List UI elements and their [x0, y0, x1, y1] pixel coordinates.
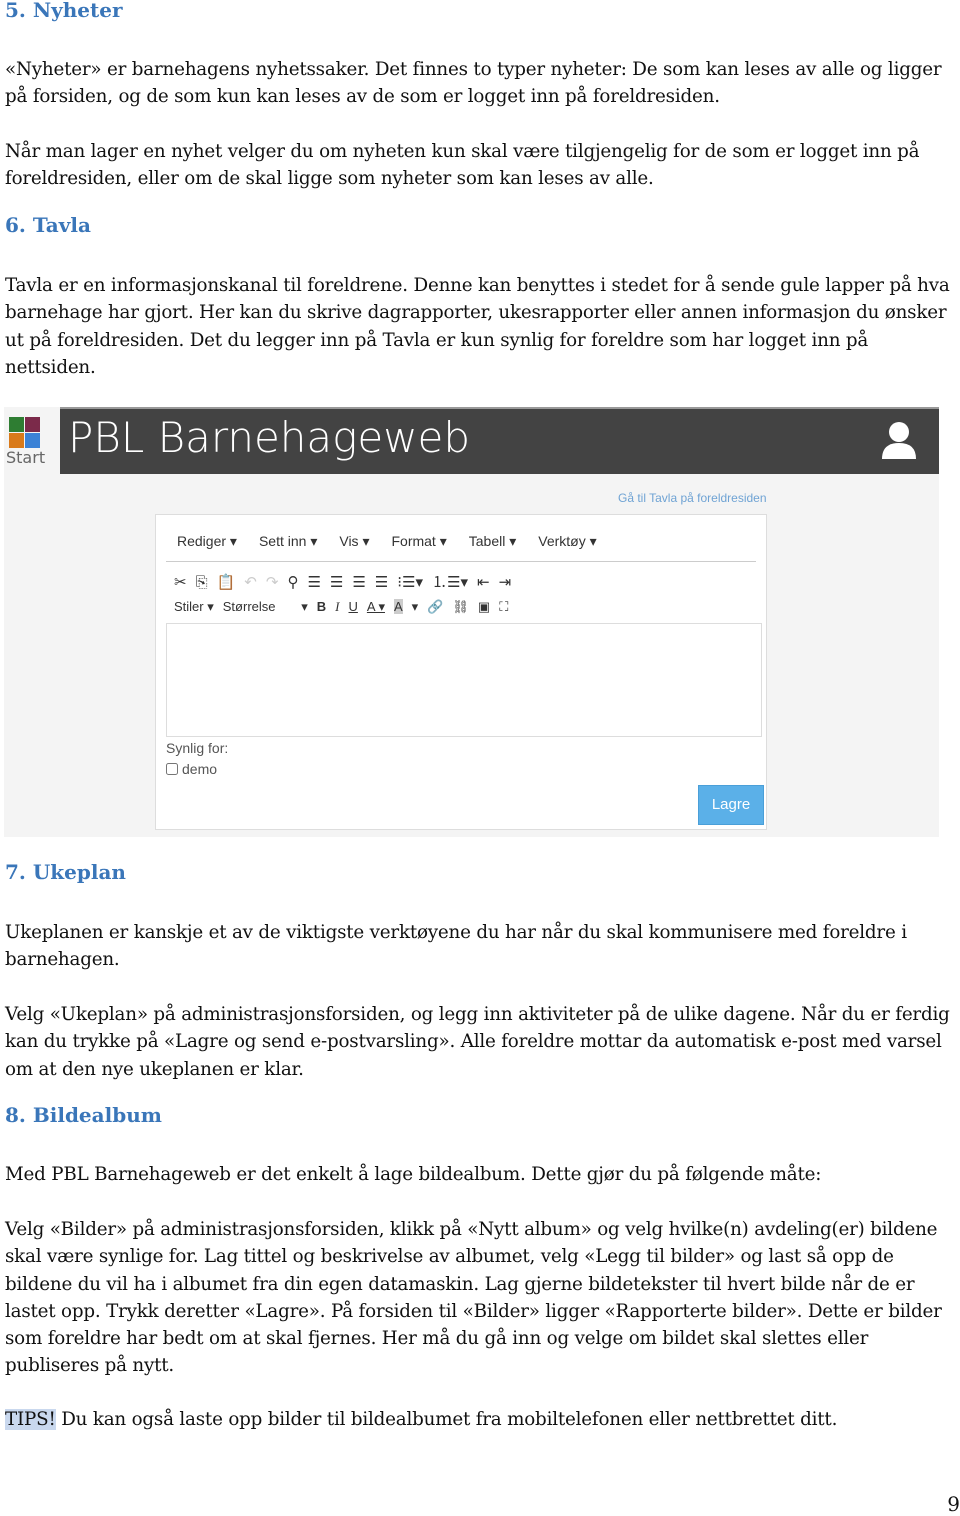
numbered-list-icon[interactable]: ⒈☰▾ — [432, 571, 468, 592]
size-dropdown[interactable]: Størrelse ▾ — [223, 599, 308, 615]
page-number: 9 — [947, 1492, 960, 1516]
heading-nyheter: 5. Nyheter — [5, 0, 123, 22]
tips-paragraph: TIPS! Du kan også laste opp bilder til b… — [5, 1406, 957, 1433]
align-left-icon[interactable]: ☰ — [307, 573, 320, 591]
bullet-list-icon[interactable]: ⁝☰▾ — [397, 573, 423, 591]
paragraph: Velg «Ukeplan» på administrasjonsforside… — [5, 1004, 950, 1080]
redo-icon[interactable]: ↷ — [266, 573, 279, 591]
logo-square — [9, 417, 24, 432]
align-right-icon[interactable]: ☰ — [352, 573, 365, 591]
text-color-icon[interactable]: A ▾ — [367, 599, 385, 615]
styles-dropdown[interactable]: Stiler ▾ — [174, 599, 214, 615]
editor-card: Rediger ▾ Sett inn ▾ Vis ▾ Format ▾ Tabell ▾… — [155, 514, 767, 830]
paragraph: Tavla er en informasjonskanal til foreld… — [5, 275, 950, 378]
menu-vis[interactable]: Vis ▾ — [339, 533, 369, 549]
outdent-icon[interactable]: ⇤ — [477, 573, 490, 591]
checkbox[interactable] — [166, 763, 178, 775]
heading-tavla: 6. Tavla — [5, 213, 91, 237]
toolbar-row-2: Stiler ▾ Størrelse ▾ B I U A ▾ A ▾ 🔗 ⛓ ▣ ⛶ — [174, 599, 517, 615]
align-center-icon[interactable]: ☰ — [330, 573, 343, 591]
user-icon[interactable] — [881, 421, 917, 461]
tips-text: Du kan også laste opp bilder til bildeal… — [55, 1409, 838, 1430]
heading-ukeplan: 7. Ukeplan — [5, 860, 126, 884]
editor-textarea[interactable] — [166, 623, 762, 737]
menu-format[interactable]: Format ▾ — [391, 533, 446, 549]
menu-verktoy[interactable]: Verktøy ▾ — [538, 533, 596, 549]
justify-icon[interactable]: ☰ — [375, 573, 388, 591]
chevron-down-icon[interactable]: ▾ — [412, 599, 419, 615]
background-color-icon[interactable]: A — [393, 599, 403, 614]
tavla-screenshot: Start PBL Barnehageweb Gå til Tavla på f… — [4, 407, 939, 837]
paragraph: Når man lager en nyhet velger du om nyhe… — [5, 141, 920, 190]
editor-menu: Rediger ▾ Sett inn ▾ Vis ▾ Format ▾ Tabell ▾… — [166, 533, 756, 562]
menu-sett-inn[interactable]: Sett inn ▾ — [259, 533, 317, 549]
tips-label: TIPS! — [5, 1409, 56, 1430]
demo-checkbox[interactable]: demo — [166, 761, 217, 777]
paragraph: «Nyheter» er barnehagens nyhetssaker. De… — [5, 59, 942, 108]
logo-square — [25, 433, 40, 448]
link-icon[interactable]: 🔗 — [427, 599, 443, 615]
image-icon[interactable]: ▣ — [478, 599, 490, 615]
brand-title: PBL Barnehageweb — [68, 413, 471, 462]
save-button[interactable]: Lagre — [698, 785, 764, 825]
heading-bildealbum: 8. Bildealbum — [5, 1103, 162, 1127]
size-label: Størrelse — [222, 599, 276, 614]
checkbox-label: demo — [182, 761, 218, 777]
visibility-label: Synlig for: — [166, 740, 229, 756]
menu-tabell[interactable]: Tabell ▾ — [469, 533, 517, 549]
paragraph: Med PBL Barnehageweb er det enkelt å lag… — [5, 1164, 822, 1185]
underline-icon[interactable]: U — [349, 599, 358, 614]
start-button[interactable]: Start — [4, 407, 60, 472]
paragraph: Velg «Bilder» på administrasjonsforsiden… — [5, 1219, 942, 1377]
start-label: Start — [6, 448, 46, 467]
cut-icon[interactable]: ✂ — [174, 573, 187, 591]
menu-rediger[interactable]: Rediger ▾ — [177, 533, 237, 549]
bold-icon[interactable]: B — [317, 599, 326, 614]
fullscreen-icon[interactable]: ⛶ — [499, 599, 508, 615]
italic-icon[interactable]: I — [335, 599, 339, 615]
logo-square — [9, 433, 24, 448]
copy-icon[interactable]: ⎘ — [196, 574, 208, 591]
logo-square — [25, 417, 40, 432]
unlink-icon[interactable]: ⛓ — [452, 599, 469, 615]
paragraph: Ukeplanen er kanskje et av de viktigste … — [5, 922, 907, 971]
find-icon[interactable]: ⚲ — [287, 573, 298, 591]
toolbar-row-1: ✂ ⎘ 📋 ↶ ↷ ⚲ ☰ ☰ ☰ ☰ ⁝☰▾ ⒈☰▾ ⇤ ⇥ — [174, 571, 520, 592]
indent-icon[interactable]: ⇥ — [499, 573, 512, 591]
paste-icon[interactable]: 📋 — [217, 573, 236, 591]
undo-icon[interactable]: ↶ — [244, 573, 257, 591]
tavla-link[interactable]: Gå til Tavla på foreldresiden — [618, 491, 767, 505]
top-bar: PBL Barnehageweb — [60, 407, 939, 474]
